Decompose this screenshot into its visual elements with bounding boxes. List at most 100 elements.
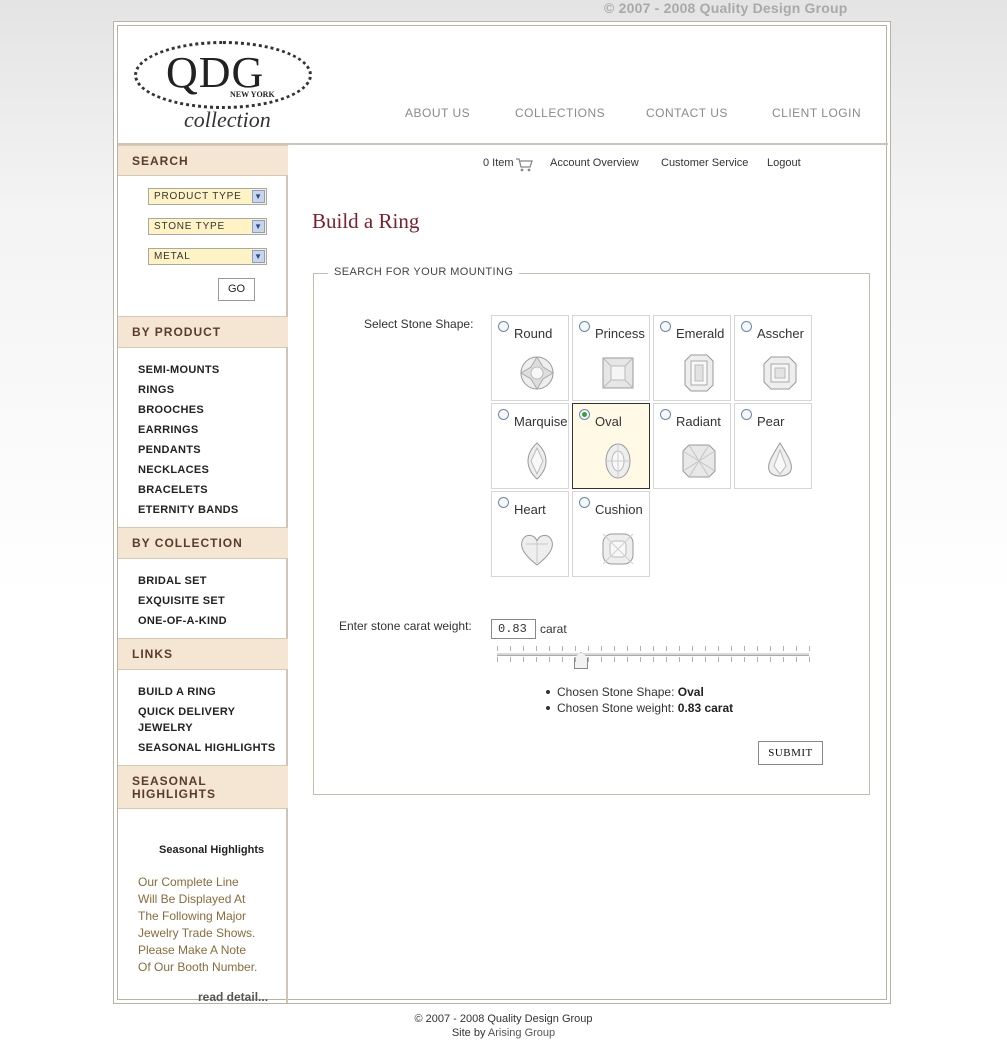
sidebar-item-bracelets[interactable]: BRACELETS <box>138 484 208 496</box>
shape-label-pear: Pear <box>757 414 785 429</box>
oval-diamond-icon[interactable] <box>599 442 637 480</box>
product-type-select[interactable]: PRODUCT TYPE ▼ <box>148 188 267 205</box>
shape-radio-emerald[interactable] <box>660 321 671 332</box>
stone-type-select[interactable]: STONE TYPE ▼ <box>148 218 267 235</box>
read-detail-link[interactable]: read detail... <box>198 990 268 1004</box>
shape-option-heart[interactable]: Heart <box>491 491 569 577</box>
shape-option-emerald[interactable]: Emerald <box>653 315 731 401</box>
shape-option-cushion[interactable]: Cushion <box>572 491 650 577</box>
shape-radio-princess[interactable] <box>579 321 590 332</box>
shape-radio-radiant[interactable] <box>660 409 671 420</box>
nav-contact-us[interactable]: CONTACT US <box>646 106 728 120</box>
sidebar: SEARCH PRODUCT TYPE ▼ STONE TYPE ▼ METAL ▼ … <box>118 145 288 1004</box>
emerald-diamond-icon[interactable] <box>680 354 718 392</box>
seasonal-heading-text: SEASONAL HIGHLIGHTS <box>132 774 216 801</box>
shape-radio-round[interactable] <box>498 321 509 332</box>
cart-count[interactable]: 0 Item <box>483 157 514 169</box>
shape-option-radiant[interactable]: Radiant <box>653 403 731 489</box>
shape-option-asscher[interactable]: Asscher <box>734 315 812 401</box>
slider-track[interactable] <box>497 653 809 656</box>
slider-tick <box>783 657 784 662</box>
slider-tick <box>679 657 680 662</box>
slider-tick <box>588 646 589 651</box>
sidebar-item-eternity-bands[interactable]: ETERNITY BANDS <box>138 504 239 516</box>
sidebar-item-build-a-ring[interactable]: BUILD A RING <box>138 686 216 698</box>
shape-radio-oval[interactable] <box>579 409 590 420</box>
links-heading: LINKS <box>118 638 288 670</box>
sidebar-item-one-of-a-kind[interactable]: ONE-OF-A-KIND <box>138 615 227 627</box>
sidebar-item-brooches[interactable]: BROOCHES <box>138 404 204 416</box>
slider-tick <box>575 646 576 651</box>
shape-option-round[interactable]: Round <box>491 315 569 401</box>
slider-tick <box>692 657 693 662</box>
slider-tick <box>640 657 641 662</box>
slider-tick <box>653 646 654 651</box>
slider-tick <box>549 646 550 651</box>
carat-unit: carat <box>540 622 567 636</box>
shape-label: Select Stone Shape: <box>364 317 474 331</box>
pear-diamond-icon[interactable] <box>761 442 799 480</box>
slider-tick <box>796 657 797 662</box>
marquise-diamond-icon[interactable] <box>518 442 556 480</box>
sidebar-item-earrings[interactable]: EARRINGS <box>138 424 198 436</box>
slider-tick <box>679 646 680 651</box>
slider-tick <box>627 657 628 662</box>
metal-select[interactable]: METAL ▼ <box>148 248 267 265</box>
customer-service-link[interactable]: Customer Service <box>661 157 748 169</box>
slider-tick <box>523 646 524 651</box>
top-copyright: © 2007 - 2008 Quality Design Group <box>604 0 848 16</box>
slider-tick <box>731 657 732 662</box>
asscher-diamond-icon[interactable] <box>761 354 799 392</box>
shape-radio-cushion[interactable] <box>579 497 590 508</box>
shape-label-oval: Oval <box>595 414 622 429</box>
radiant-diamond-icon[interactable] <box>680 442 718 480</box>
nav-client-login[interactable]: CLIENT LOGIN <box>772 106 861 120</box>
sidebar-item-seasonal-highlights[interactable]: SEASONAL HIGHLIGHTS <box>138 742 276 754</box>
slider-tick <box>809 646 810 651</box>
nav-about-us[interactable]: ABOUT US <box>405 106 470 120</box>
shape-radio-asscher[interactable] <box>741 321 752 332</box>
shape-option-marquise[interactable]: Marquise <box>491 403 569 489</box>
sidebar-item-pendants[interactable]: PENDANTS <box>138 444 201 456</box>
round-diamond-icon[interactable] <box>518 354 556 392</box>
shape-option-oval[interactable]: Oval <box>572 403 650 489</box>
sidebar-item-quick-delivery[interactable]: QUICK DELIVERY <box>138 706 235 718</box>
slider-tick <box>718 646 719 651</box>
go-button[interactable]: GO <box>218 278 255 301</box>
slider-tick <box>562 646 563 651</box>
shape-option-princess[interactable]: Princess <box>572 315 650 401</box>
nav-collections[interactable]: COLLECTIONS <box>515 106 605 120</box>
seasonal-line: Will Be Displayed At <box>138 892 246 906</box>
submit-button[interactable]: SUBMIT <box>758 741 823 765</box>
arising-group-link[interactable]: Arising Group <box>488 1027 555 1039</box>
sidebar-item-exquisite-set[interactable]: EXQUISITE SET <box>138 595 225 607</box>
princess-diamond-icon[interactable] <box>599 354 637 392</box>
slider-tick <box>666 646 667 651</box>
shape-label-radiant: Radiant <box>676 414 721 429</box>
logout-link[interactable]: Logout <box>767 157 801 169</box>
sidebar-item-bridal-set[interactable]: BRIDAL SET <box>138 575 207 587</box>
sidebar-item-rings[interactable]: RINGS <box>138 384 174 396</box>
metal-value: METAL <box>154 251 191 262</box>
site-by-text: Site by <box>451 1027 486 1039</box>
by-collection-heading: BY COLLECTION <box>118 527 288 559</box>
shape-radio-heart[interactable] <box>498 497 509 508</box>
sidebar-item-necklaces[interactable]: NECKLACES <box>138 464 209 476</box>
carat-slider[interactable] <box>497 642 813 676</box>
shape-radio-marquise[interactable] <box>498 409 509 420</box>
carat-weight-input[interactable]: 0.83 <box>491 619 536 639</box>
shape-radio-pear[interactable] <box>741 409 752 420</box>
shape-option-pear[interactable]: Pear <box>734 403 812 489</box>
slider-tick <box>601 646 602 651</box>
cart-icon[interactable] <box>515 158 533 172</box>
shape-label-asscher: Asscher <box>757 326 804 341</box>
slider-tick <box>510 646 511 651</box>
sidebar-item-semi-mounts[interactable]: SEMI-MOUNTS <box>138 364 220 376</box>
heart-diamond-icon[interactable] <box>518 530 556 568</box>
chosen-shape-label: Chosen Stone Shape: <box>557 685 675 699</box>
sidebar-item-jewelry[interactable]: JEWELRY <box>138 722 193 734</box>
account-overview-link[interactable]: Account Overview <box>550 157 639 169</box>
footer-credit: Site by Arising Group <box>0 1026 1007 1040</box>
cushion-diamond-icon[interactable] <box>599 530 637 568</box>
seasonal-heading: SEASONAL HIGHLIGHTS <box>118 765 288 809</box>
